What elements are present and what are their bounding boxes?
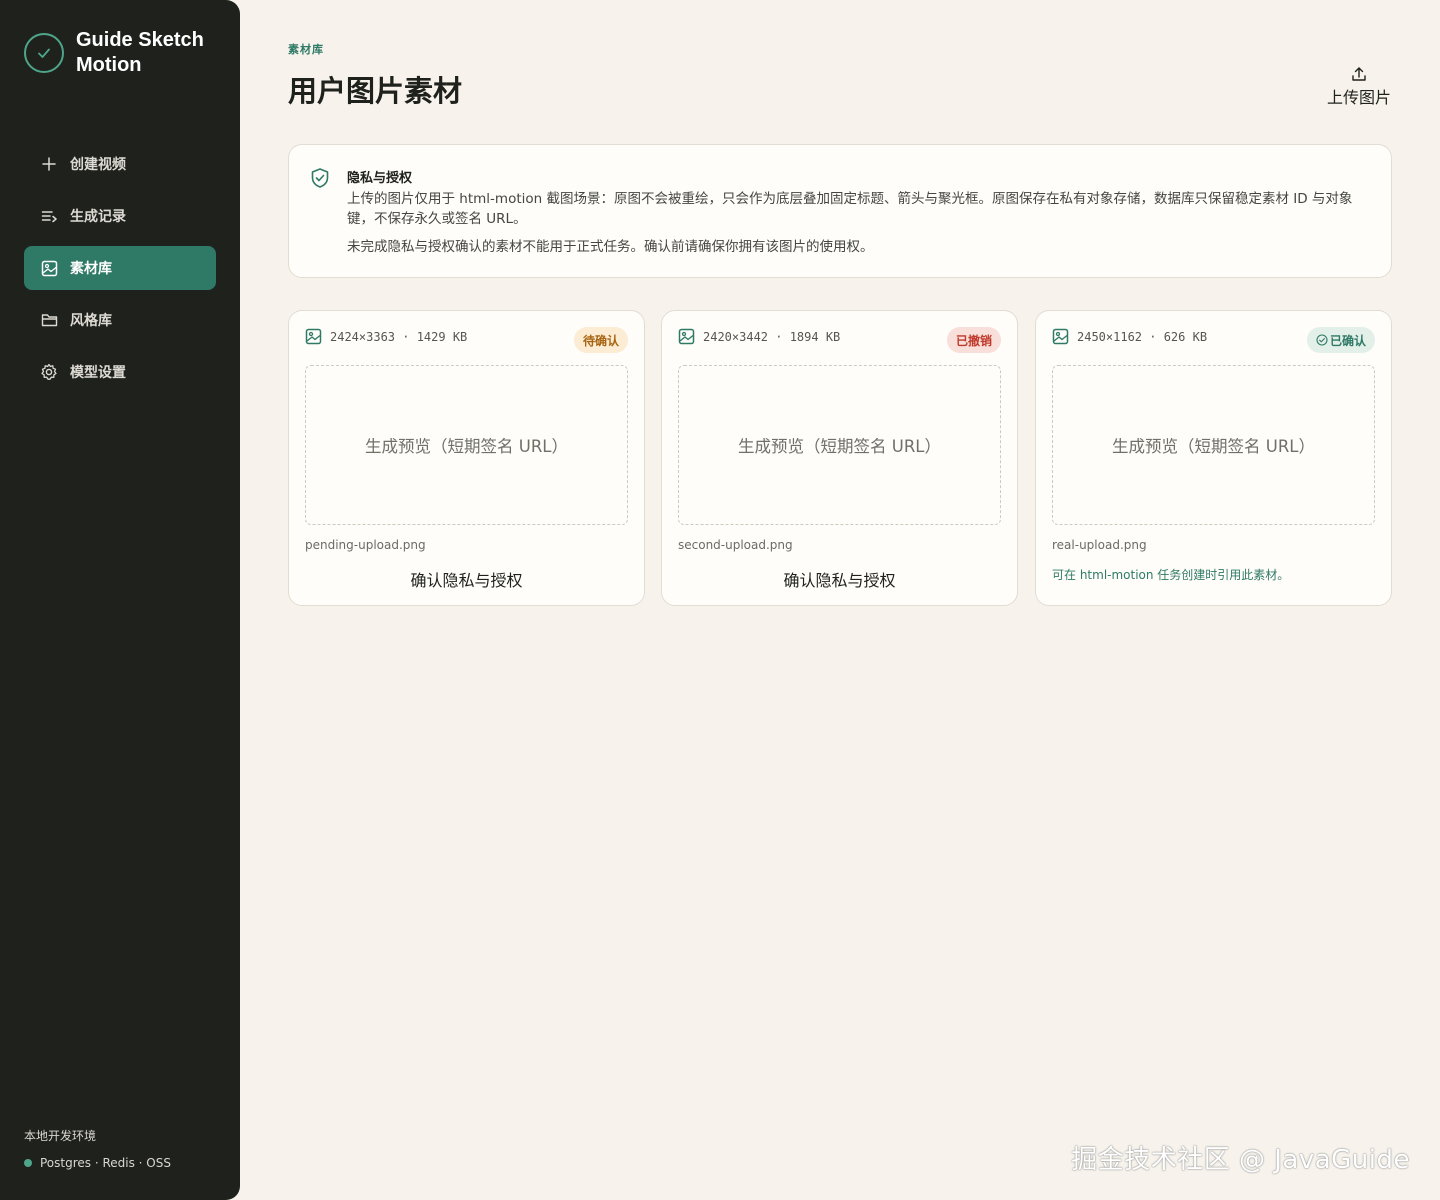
sidebar-item-label: 生成记录 xyxy=(70,209,126,225)
status-badge: 已确认 xyxy=(1306,327,1375,353)
breadcrumb: 素材库 xyxy=(288,43,324,56)
status-badge-label: 已确认 xyxy=(1329,333,1366,348)
app-name: Guide Sketch Motion xyxy=(76,29,204,76)
asset-filename: real-upload.png xyxy=(1052,538,1147,552)
asset-preview: 生成预览（短期签名 URL） xyxy=(678,365,1001,525)
upload-image-button[interactable]: 上传图片 xyxy=(1326,66,1392,108)
status-badge: 已撤销 xyxy=(946,327,1001,353)
asset-filename: pending-upload.png xyxy=(305,538,426,552)
sidebar-item-styles[interactable]: 风格库 xyxy=(24,298,216,342)
asset-dimensions-size: 2450×1162 · 626 KB xyxy=(1077,329,1208,344)
sidebar-nav: 创建视频 生成记录 素材库 风格库 模型设置 xyxy=(24,142,216,402)
plus-icon xyxy=(40,155,58,173)
confirm-privacy-button[interactable]: 确认隐私与授权 xyxy=(289,567,644,591)
asset-filename: second-upload.png xyxy=(678,538,793,552)
sidebar-item-label: 风格库 xyxy=(70,313,112,329)
asset-preview: 生成预览（短期签名 URL） xyxy=(1052,365,1375,525)
asset-meta: 2450×1162 · 626 KB xyxy=(1052,328,1207,345)
check-circle-icon xyxy=(24,33,64,73)
sidebar-item-model-settings[interactable]: 模型设置 xyxy=(24,350,216,394)
upload-icon xyxy=(1352,67,1366,81)
upload-button-label: 上传图片 xyxy=(1326,88,1391,107)
check-circle-icon xyxy=(1316,334,1328,346)
sidebar-item-history[interactable]: 生成记录 xyxy=(24,194,216,238)
shield-check-icon xyxy=(309,167,331,193)
asset-card: 2420×3442 · 1894 KB 已撤销 生成预览（短期签名 URL） s… xyxy=(661,310,1018,606)
sidebar: Guide Sketch Motion 创建视频 生成记录 素材库 风格库 模型… xyxy=(0,0,240,1200)
asset-preview: 生成预览（短期签名 URL） xyxy=(305,365,628,525)
image-icon xyxy=(305,328,322,345)
asset-card: 2450×1162 · 626 KB 已确认 生成预览（短期签名 URL） re… xyxy=(1035,310,1392,606)
env-status-text: Postgres · Redis · OSS xyxy=(40,1156,171,1170)
list-icon xyxy=(40,207,58,225)
sidebar-item-create-video[interactable]: 创建视频 xyxy=(24,142,216,186)
image-icon xyxy=(678,328,695,345)
sidebar-item-assets[interactable]: 素材库 xyxy=(24,246,216,290)
sidebar-item-label: 素材库 xyxy=(70,261,112,277)
env-label: 本地开发环境 xyxy=(24,1129,97,1143)
image-icon xyxy=(1052,328,1069,345)
env-status: Postgres · Redis · OSS xyxy=(24,1156,171,1170)
asset-card: 2424×3363 · 1429 KB 待确认 生成预览（短期签名 URL） p… xyxy=(288,310,645,606)
usable-note: 可在 html-motion 任务创建时引用此素材。 xyxy=(1052,568,1290,582)
sidebar-item-label: 模型设置 xyxy=(70,365,126,381)
image-icon xyxy=(40,259,58,277)
page-title: 用户图片素材 xyxy=(288,74,463,108)
asset-meta: 2420×3442 · 1894 KB xyxy=(678,328,840,345)
asset-meta: 2424×3363 · 1429 KB xyxy=(305,328,467,345)
status-dot-icon xyxy=(24,1159,32,1167)
folder-icon xyxy=(40,311,58,329)
status-badge: 待确认 xyxy=(573,327,628,353)
confirm-privacy-button[interactable]: 确认隐私与授权 xyxy=(662,567,1017,591)
sidebar-item-label: 创建视频 xyxy=(70,157,126,173)
watermark: 掘金技术社区 @ JavaGuide xyxy=(1071,1145,1410,1175)
environment-info: 本地开发环境 Postgres · Redis · OSS xyxy=(24,1127,171,1170)
notice-title: 隐私与授权 xyxy=(347,171,413,186)
notice-body: 上传的图片仅用于 html-motion 截图场景：原图不会被重绘，只会作为底层… xyxy=(347,191,1353,227)
privacy-notice: 隐私与授权 上传的图片仅用于 html-motion 截图场景：原图不会被重绘，… xyxy=(288,144,1392,278)
gear-icon xyxy=(40,363,58,381)
notice-body-warning: 未完成隐私与授权确认的素材不能用于正式任务。确认前请确保你拥有该图片的使用权。 xyxy=(347,239,874,255)
asset-dimensions-size: 2424×3363 · 1429 KB xyxy=(330,329,468,344)
brand[interactable]: Guide Sketch Motion xyxy=(24,28,216,78)
asset-dimensions-size: 2420×3442 · 1894 KB xyxy=(703,329,841,344)
